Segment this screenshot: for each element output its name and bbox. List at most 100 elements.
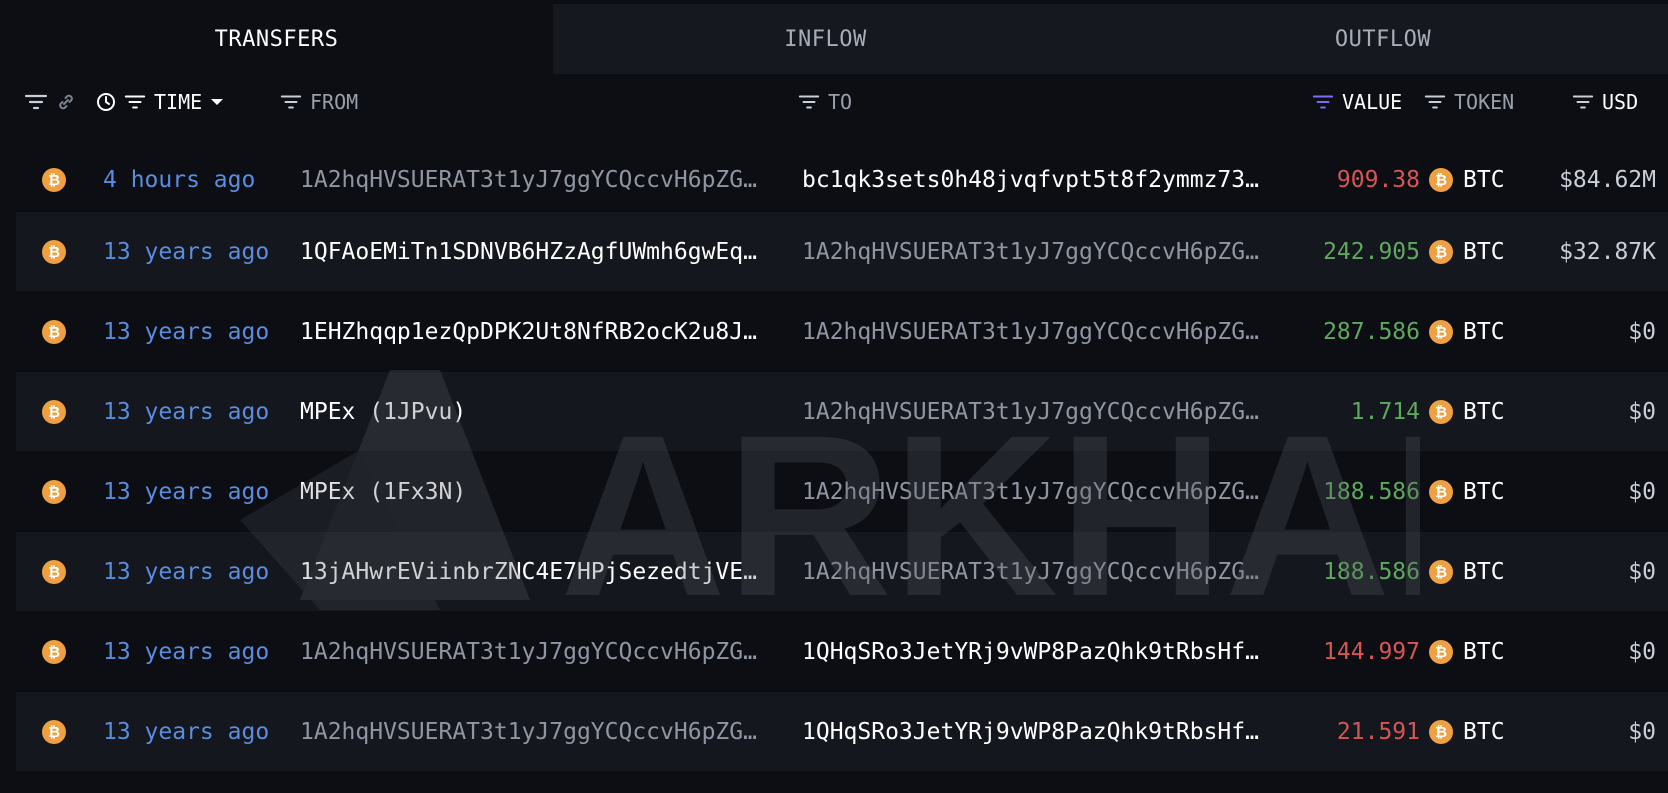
filter-icon[interactable] [280,92,302,112]
token-cell[interactable]: ₿ BTC [1429,532,1505,611]
usd-amount: $0 [1628,398,1656,425]
time-link[interactable]: 13 years ago [103,452,269,531]
time-link[interactable]: 13 years ago [103,532,269,611]
time-column-header[interactable]: TIME [96,74,224,130]
usd-column-header[interactable]: USD [1572,74,1638,130]
filter-icon[interactable] [1572,92,1594,112]
token-symbol: BTC [1463,398,1505,425]
token-symbol: BTC [1463,238,1505,265]
table-row[interactable]: ₿ 13 years ago MPEx (1JPvu) 1A2hqHVSUERA… [16,372,1668,451]
token-icon-cell: ₿ [42,140,66,219]
token-icon-cell: ₿ [42,372,66,451]
token-symbol: BTC [1463,478,1505,505]
value-amount: 242.905 [1323,238,1420,265]
bitcoin-icon: ₿ [42,319,66,344]
bitcoin-icon: ₿ [42,399,66,424]
table-row[interactable]: ₿ 4 hours ago 1A2hqHVSUERAT3t1yJ7ggYCQcc… [16,140,1668,219]
time-link[interactable]: 4 hours ago [103,140,255,219]
table-row[interactable]: ₿ 13 years ago 1A2hqHVSUERAT3t1yJ7ggYCQc… [16,692,1668,771]
bitcoin-icon: ₿ [42,559,66,584]
table-row[interactable]: ₿ 13 years ago 1A2hqHVSUERAT3t1yJ7ggYCQc… [16,612,1668,691]
clock-icon [96,92,116,112]
token-symbol: BTC [1463,318,1505,345]
from-entity[interactable]: MPEx (1Fx3N) [300,452,790,531]
table-row[interactable]: ₿ 13 years ago MPEx (1Fx3N) 1A2hqHVSUERA… [16,452,1668,531]
filter-active-icon[interactable] [1312,92,1334,112]
tab-transfers[interactable]: TRANSFERS [0,4,553,74]
token-icon-cell: ₿ [42,292,66,371]
token-column-header[interactable]: TOKEN [1424,74,1514,130]
bitcoin-icon: ₿ [1429,399,1453,424]
filter-icon[interactable] [24,92,48,112]
token-cell[interactable]: ₿ BTC [1429,692,1505,771]
table-row[interactable]: ₿ 13 years ago 1EHZhqqp1ezQpDPK2Ut8NfRB2… [16,292,1668,371]
filter-icon[interactable] [798,92,820,112]
filter-controls [24,74,76,130]
usd-header-label: USD [1602,90,1639,114]
table-header: TIME FROM TO VALUE TOKEN USD [0,74,1668,130]
caret-down-icon[interactable] [210,97,224,107]
token-cell[interactable]: ₿ BTC [1429,372,1505,451]
from-address[interactable]: 1A2hqHVSUERAT3t1yJ7ggYCQccvH6pZG… [300,612,790,691]
token-symbol: BTC [1463,166,1505,193]
time-link[interactable]: 13 years ago [103,292,269,371]
value-amount: 21.591 [1336,718,1420,745]
time-link[interactable]: 13 years ago [103,692,269,771]
tab-inflow[interactable]: INFLOW [553,4,1098,74]
token-icon-cell: ₿ [42,692,66,771]
value-header-label: VALUE [1342,90,1403,114]
to-address[interactable]: 1A2hqHVSUERAT3t1yJ7ggYCQccvH6pZG… [802,452,1292,531]
from-column-header[interactable]: FROM [280,74,358,130]
filter-icon[interactable] [1424,92,1446,112]
value-amount: 144.997 [1323,638,1420,665]
to-header-label: TO [828,90,853,114]
table-row[interactable]: ₿ 13 years ago 1QFAoEMiTn1SDNVB6HZzAgfUW… [16,212,1668,291]
tab-outflow[interactable]: OUTFLOW [1098,4,1668,74]
token-cell[interactable]: ₿ BTC [1429,612,1505,691]
from-address[interactable]: 1A2hqHVSUERAT3t1yJ7ggYCQccvH6pZG… [300,692,790,771]
from-address[interactable]: 13jAHwrEViinbrZNC4E7HPjSezedtjVE… [300,532,790,611]
to-address[interactable]: bc1qk3sets0h48jvqfvpt5t8f2ymmz73… [802,140,1292,219]
bitcoin-icon: ₿ [1429,719,1453,744]
to-address[interactable]: 1A2hqHVSUERAT3t1yJ7ggYCQccvH6pZG… [802,212,1292,291]
token-icon-cell: ₿ [42,452,66,531]
to-address[interactable]: 1A2hqHVSUERAT3t1yJ7ggYCQccvH6pZG… [802,372,1292,451]
time-link[interactable]: 13 years ago [103,372,269,451]
bitcoin-icon: ₿ [42,639,66,664]
bitcoin-icon: ₿ [42,719,66,744]
bitcoin-icon: ₿ [42,239,66,264]
tab-bar: TRANSFERS INFLOW OUTFLOW [0,0,1668,74]
token-symbol: BTC [1463,558,1505,585]
token-cell[interactable]: ₿ BTC [1429,292,1505,371]
value-column-header[interactable]: VALUE [1312,74,1402,130]
usd-amount: $0 [1628,318,1656,345]
to-column-header[interactable]: TO [798,74,852,130]
value-amount: 188.586 [1323,558,1420,585]
value-amount: 1.714 [1350,398,1420,425]
bitcoin-icon: ₿ [1429,239,1453,264]
to-address[interactable]: 1A2hqHVSUERAT3t1yJ7ggYCQccvH6pZG… [802,292,1292,371]
from-address[interactable]: 1QFAoEMiTn1SDNVB6HZzAgfUWmh6gwEq… [300,212,790,291]
to-address[interactable]: 1QHqSRo3JetYRj9vWP8PazQhk9tRbsHf… [802,692,1292,771]
from-entity[interactable]: MPEx (1JPvu) [300,372,790,451]
token-cell[interactable]: ₿ BTC [1429,212,1505,291]
token-symbol: BTC [1463,638,1505,665]
from-address[interactable]: 1A2hqHVSUERAT3t1yJ7ggYCQccvH6pZG… [300,140,790,219]
token-cell[interactable]: ₿ BTC [1429,452,1505,531]
token-cell[interactable]: ₿ BTC [1429,140,1505,219]
time-header-label: TIME [154,90,203,114]
from-address[interactable]: 1EHZhqqp1ezQpDPK2Ut8NfRB2ocK2u8J… [300,292,790,371]
table-row[interactable]: ₿ 13 years ago 13jAHwrEViinbrZNC4E7HPjSe… [16,532,1668,611]
value-amount: 287.586 [1323,318,1420,345]
to-address[interactable]: 1QHqSRo3JetYRj9vWP8PazQhk9tRbsHf… [802,612,1292,691]
usd-amount: $0 [1628,638,1656,665]
link-icon[interactable] [56,92,76,112]
token-icon-cell: ₿ [42,532,66,611]
token-icon-cell: ₿ [42,612,66,691]
time-link[interactable]: 13 years ago [103,612,269,691]
time-link[interactable]: 13 years ago [103,212,269,291]
usd-amount: $0 [1628,478,1656,505]
usd-amount: $32.87K [1559,238,1656,265]
filter-icon[interactable] [124,92,146,112]
to-address[interactable]: 1A2hqHVSUERAT3t1yJ7ggYCQccvH6pZG… [802,532,1292,611]
